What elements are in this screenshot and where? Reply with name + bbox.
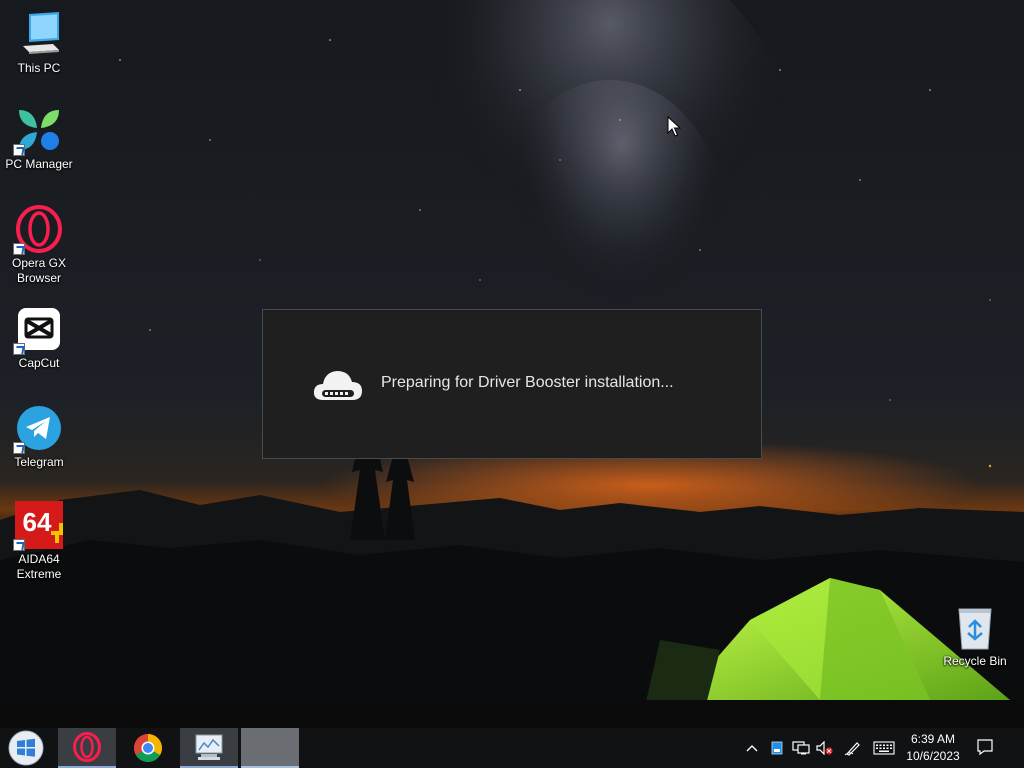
capcut-icon	[13, 305, 63, 355]
desktop-icon-pc-manager[interactable]: PC Manager	[1, 106, 77, 172]
show-hidden-icons-chevron-icon[interactable]	[743, 740, 761, 756]
desktop-icon-label: PC Manager	[5, 157, 73, 171]
aida64-icon: 64	[13, 501, 63, 551]
desktop-icon-recycle-bin[interactable]: Recycle Bin	[937, 603, 1013, 669]
storage-device-icon[interactable]	[768, 740, 786, 756]
desktop-icon-telegram[interactable]: Telegram	[1, 404, 77, 470]
desktop-icon-aida64[interactable]: 64 AIDA64 Extreme	[1, 501, 77, 582]
taskbar-clock[interactable]: 6:39 AM 10/6/2023	[902, 731, 964, 765]
telegram-icon	[13, 404, 63, 454]
installer-progress-dialog: Preparing for Driver Booster installatio…	[262, 309, 762, 459]
cloud-download-icon	[313, 366, 363, 407]
taskbar: 6:39 AM 10/6/2023	[0, 728, 1024, 768]
dialog-status-message: Preparing for Driver Booster installatio…	[381, 374, 674, 391]
recycle-bin-icon	[951, 603, 999, 651]
desktop-icon-label: Recycle Bin	[943, 654, 1007, 668]
desktop-icon-label: This PC	[17, 61, 61, 75]
shortcut-arrow-icon	[13, 343, 25, 355]
windows-start-icon	[8, 730, 44, 766]
pc-manager-icon	[13, 106, 63, 156]
opera-gx-icon	[13, 205, 63, 255]
action-center-notifications-icon[interactable]	[976, 739, 994, 756]
start-button[interactable]	[0, 728, 52, 768]
pen-workspace-icon[interactable]	[844, 740, 862, 756]
desktop-icon-opera-gx[interactable]: Opera GX Browser	[1, 205, 77, 286]
chrome-icon	[134, 734, 162, 762]
clock-date: 10/6/2023	[906, 749, 960, 763]
desktop-icon-label: Opera GX Browser	[11, 256, 67, 285]
opera-gx-icon	[73, 732, 101, 762]
this-pc-icon	[15, 10, 63, 58]
desktop-icon-this-pc[interactable]: This PC	[1, 10, 77, 76]
touch-keyboard-icon[interactable]	[873, 740, 895, 756]
desktop-icon-capcut[interactable]: CapCut	[1, 305, 77, 371]
taskbar-chrome-button[interactable]	[122, 728, 174, 768]
shortcut-arrow-icon	[13, 539, 25, 551]
desktop-icon-label: AIDA64 Extreme	[16, 552, 62, 581]
desktop-icon-label: CapCut	[18, 356, 60, 370]
shortcut-arrow-icon	[13, 442, 25, 454]
taskbar-installer-button[interactable]	[180, 728, 238, 768]
aida64-glyph-text: 64	[23, 507, 52, 537]
taskbar-blank-window-button[interactable]	[241, 728, 299, 768]
desktop-icon-label: Telegram	[14, 455, 64, 469]
shortcut-arrow-icon	[13, 144, 25, 156]
shortcut-arrow-icon	[13, 243, 25, 255]
clock-time: 6:39 AM	[910, 732, 956, 746]
installer-window-icon	[195, 734, 223, 760]
network-icon[interactable]	[792, 740, 810, 756]
mouse-pointer-icon	[667, 115, 682, 143]
taskbar-opera-gx-button[interactable]	[58, 728, 116, 768]
volume-muted-icon[interactable]	[816, 740, 834, 756]
